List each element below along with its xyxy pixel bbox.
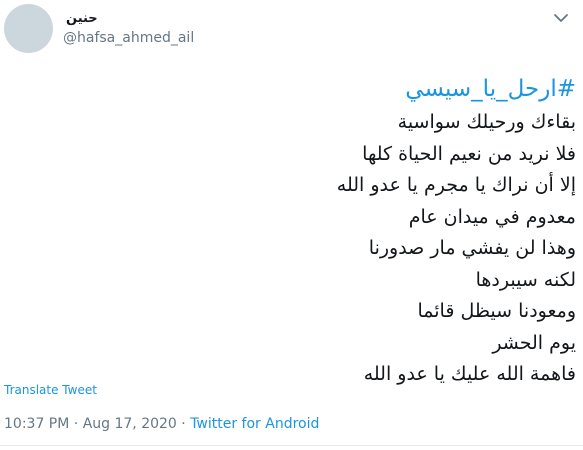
tweet-source-link[interactable]: Twitter for Android	[190, 416, 319, 432]
avatar[interactable]	[4, 4, 53, 53]
tweet-line-4: معدوم في ميدان عام	[408, 205, 576, 228]
tweet-line-5: وهذا لن يفشي مار صدورنا	[368, 237, 576, 259]
meta-separator: ·	[176, 416, 191, 432]
tweet-line-7: ومعودنا سيظل قائما	[417, 300, 576, 322]
meta-separator: ·	[69, 416, 83, 432]
tweet-meta: 10:37 PM · Aug 17, 2020 · Twitter for An…	[4, 416, 319, 432]
tweet-text: #ارحل_يا_سيسي بقاءك ورحيلك سواسية فلا نر…	[16, 74, 576, 391]
tweet-date[interactable]: Aug 17, 2020	[83, 416, 177, 432]
tweet-time[interactable]: 10:37 PM	[4, 416, 69, 432]
user-handle[interactable]: @hafsa_ahmed_ail	[63, 30, 194, 46]
translate-tweet-link[interactable]: Translate Tweet	[4, 383, 97, 397]
chevron-down-icon[interactable]	[553, 12, 569, 24]
tweet-line-9: فاهمة الله عليك يا عدو الله	[363, 363, 576, 385]
tweet-line-8: يوم الحشر	[492, 331, 576, 354]
divider	[0, 445, 583, 446]
tweet-line-1: بقاءك ورحيلك سواسية	[397, 111, 576, 133]
display-name[interactable]: حنين	[66, 11, 98, 26]
hashtag-link[interactable]: #ارحل_يا_سيسي	[16, 74, 576, 104]
tweet-line-2: فلا نريد من نعيم الحياة كلها	[362, 142, 576, 165]
tweet-card: حنين @hafsa_ahmed_ail #ارحل_يا_سيسي بقاء…	[0, 0, 583, 450]
tweet-line-6: لكنه سيبردها	[475, 268, 576, 291]
tweet-line-3: إلا أن نراك يا مجرم يا عدو الله	[336, 174, 576, 196]
